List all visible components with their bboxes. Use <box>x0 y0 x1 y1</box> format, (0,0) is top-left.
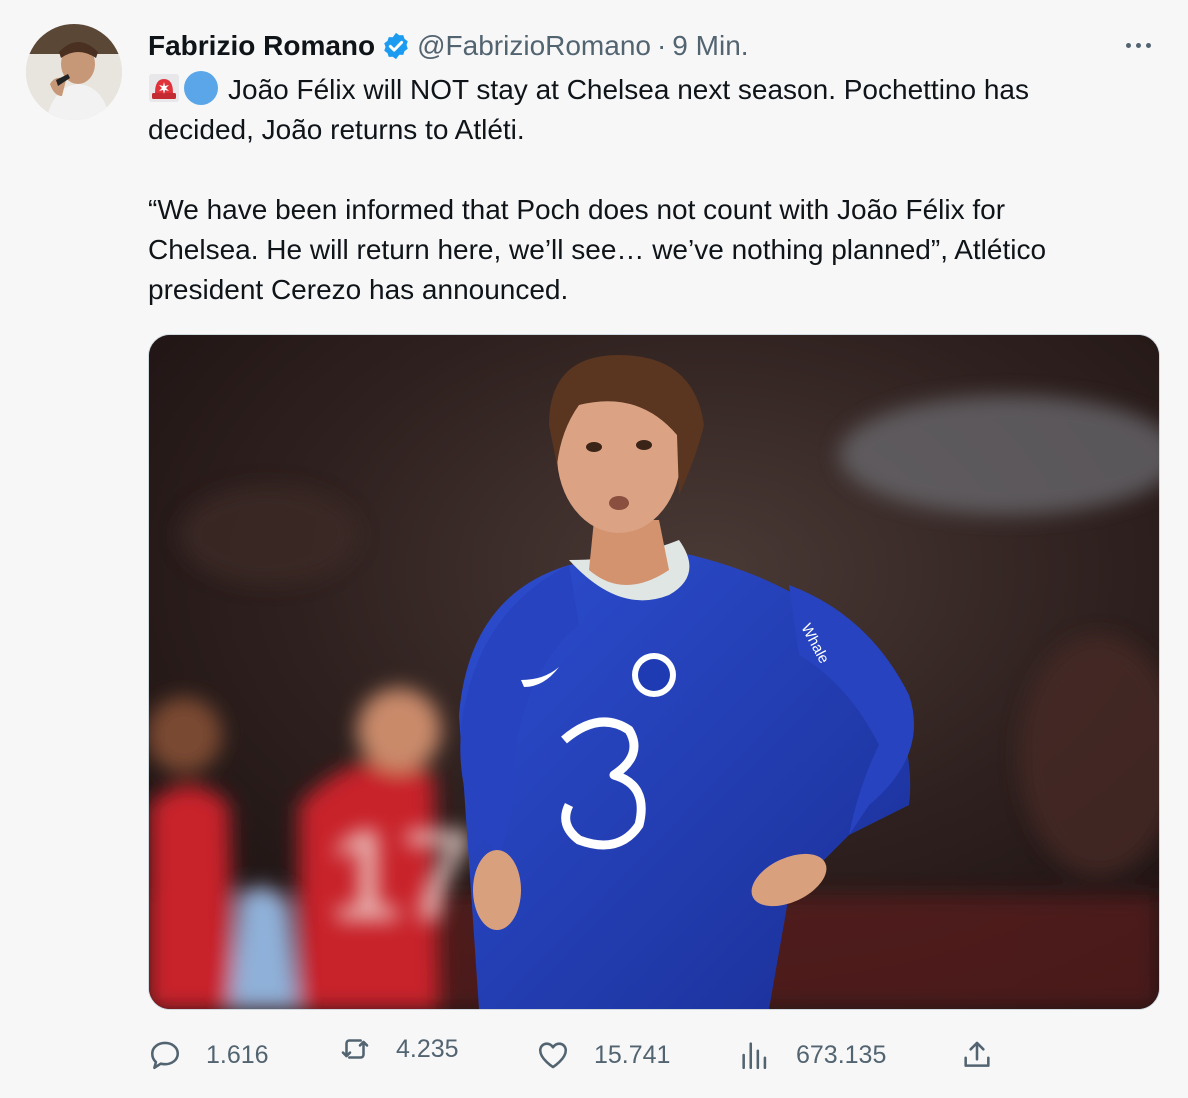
background-jersey-number: 17 <box>329 802 474 948</box>
photo-image: 17 Whale <box>149 335 1159 1009</box>
tweet-text: João Félix will NOT stay at Chelsea next… <box>148 70 1158 310</box>
tweet-text-line: president Cerezo has announced. <box>148 274 569 305</box>
tweet-text-line: “We have been informed that Poch does no… <box>148 194 1006 225</box>
blue-circle-icon <box>184 71 218 105</box>
tweet-text-segment: João Félix will NOT stay at Chelsea next… <box>228 74 1029 105</box>
like-icon <box>538 1042 568 1069</box>
retweet-icon <box>341 1039 369 1059</box>
siren-icon <box>149 74 179 102</box>
views-count: 673.135 <box>796 1040 887 1069</box>
tweet-text-line: decided, João returns to Atléti. <box>148 114 525 145</box>
share-icon <box>964 1041 990 1067</box>
retweet-button[interactable]: 4.235 <box>338 1024 459 1074</box>
reply-icon <box>150 1041 180 1070</box>
header-separator: · <box>656 30 667 61</box>
share-button[interactable] <box>960 1030 1018 1080</box>
author-handle[interactable]: @FabrizioRomano <box>417 30 651 62</box>
author-name[interactable]: Fabrizio Romano <box>148 30 375 62</box>
tweet-text-line: Chelsea. He will return here, we’ll see…… <box>148 234 1047 265</box>
views-button[interactable]: 673.135 <box>738 1030 886 1080</box>
like-count: 15.741 <box>594 1040 671 1069</box>
views-icon <box>742 1042 767 1070</box>
like-button[interactable]: 15.741 <box>536 1030 670 1080</box>
tweet-text-line: João Félix will NOT stay at Chelsea next… <box>148 70 1158 110</box>
author-avatar[interactable] <box>26 24 122 120</box>
tweet-timestamp[interactable]: 9 Min. <box>672 30 748 62</box>
verified-icon <box>384 32 408 60</box>
tweet-actions: 1.616 4.235 15.741 673.135 <box>148 1030 1158 1080</box>
reply-count: 1.616 <box>206 1040 269 1069</box>
avatar-image <box>26 24 122 120</box>
retweet-count: 4.235 <box>396 1034 459 1063</box>
reply-button[interactable]: 1.616 <box>148 1030 269 1080</box>
paragraph-break <box>148 150 1158 190</box>
tweet-photo[interactable]: 17 Whale <box>148 334 1160 1010</box>
more-icon[interactable] <box>1120 30 1156 60</box>
tweet-header: Fabrizio Romano @FabrizioRomano · 9 Min. <box>148 28 749 64</box>
